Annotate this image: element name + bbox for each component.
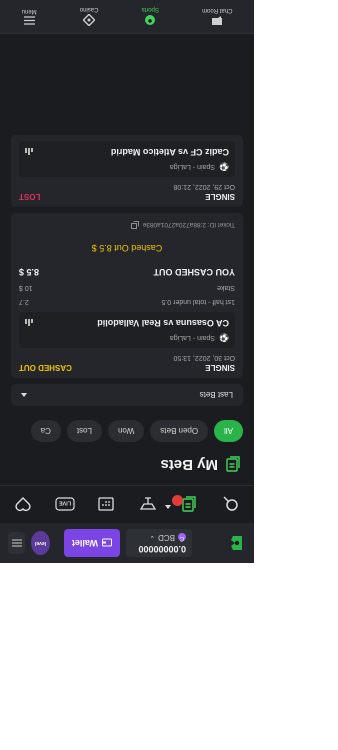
match-teams: CA Osasuna vs Real Valladolid <box>97 318 229 328</box>
page-title: My Bets <box>160 456 218 473</box>
currency-code: BCD <box>158 533 175 542</box>
cashed-out-text: Cashed Out 8.5 $ <box>91 243 163 253</box>
wallet-icon <box>102 539 112 547</box>
soccer-ball-icon <box>145 15 156 26</box>
last-bets-dropdown[interactable]: Last Bets <box>11 384 243 406</box>
page-header: My Bets <box>0 450 254 485</box>
chevron-down-icon: ⌄ <box>149 534 156 541</box>
top-bar: 0.00000000 C BCD ⌄ Wallet level <box>0 523 254 563</box>
heart-icon <box>15 497 31 512</box>
favorites-button[interactable] <box>12 494 34 516</box>
odds-value: 2.7 <box>19 298 29 305</box>
bet-slip-button[interactable] <box>165 494 200 516</box>
brand-logo[interactable] <box>228 532 246 554</box>
league-name: Spain - LaLiga <box>169 163 216 170</box>
bet-type: SINGLE <box>205 192 235 201</box>
ticket-id: Ticket ID: 2:88a720a2701a083e <box>142 221 235 229</box>
svg-text:LIVE: LIVE <box>58 500 71 506</box>
lobby-button[interactable] <box>137 494 159 516</box>
nav-chat-room[interactable]: Chat Room <box>202 7 232 26</box>
nav-casino[interactable]: Casino <box>80 7 98 27</box>
calendar-icon <box>98 497 114 511</box>
filter-won[interactable]: Won <box>107 420 145 442</box>
soccer-ball-icon: ⚽ <box>219 333 229 342</box>
balance-amount: 0.00000000 <box>138 544 186 554</box>
league-name: Spain - LaLiga <box>169 334 216 341</box>
hamburger-menu-button[interactable] <box>8 532 26 554</box>
soccer-ball-icon: ⚽ <box>219 162 229 171</box>
stake-value: 10 $ <box>19 284 33 291</box>
bet-type: SINGLE <box>205 363 235 372</box>
status-badge: CASHED OUT <box>19 363 72 372</box>
cashout-amount: 8.5 $ <box>19 267 40 277</box>
dropdown-label: Last Bets <box>199 390 233 400</box>
casino-chip-icon <box>83 14 96 27</box>
stake-label: Stake <box>217 284 235 291</box>
lobby-icon <box>139 497 156 511</box>
nav-sports[interactable]: Sports <box>142 7 159 27</box>
bottom-navigation: Chat Room Sports Casino Menu <box>0 0 254 34</box>
caret-icon <box>165 505 172 510</box>
bet-date: Oct 30, 2022, 13:50 <box>173 354 236 361</box>
balance-selector[interactable]: 0.00000000 C BCD ⌄ <box>126 529 192 557</box>
bet-card[interactable]: SINGLE Oct 30, 2022, 13:50 CASHED OUT ⚽ … <box>11 213 243 378</box>
icon-toolbar: LIVE <box>0 485 254 523</box>
live-button[interactable]: LIVE <box>54 494 76 516</box>
wallet-label: Wallet <box>71 538 98 548</box>
live-icon: LIVE <box>55 497 75 512</box>
copy-icon[interactable] <box>130 221 139 229</box>
app-screen: 0.00000000 C BCD ⌄ Wallet level LIVE My … <box>0 0 254 563</box>
calendar-button[interactable] <box>95 494 117 516</box>
bet-slip-icon <box>182 496 197 513</box>
search-button[interactable] <box>220 494 242 516</box>
search-icon <box>223 496 238 512</box>
match-item[interactable]: ⚽ Spain - LaLiga CA Osasuna vs Real Vall… <box>19 312 235 348</box>
filter-open-bets[interactable]: Open Bets <box>150 420 209 442</box>
stats-icon[interactable] <box>25 148 33 156</box>
cashout-row: YOU CASHED OUT 8.5 $ <box>19 267 235 277</box>
bet-date: Oct 29, 2022, 21:08 <box>173 183 236 190</box>
chat-icon <box>212 16 223 25</box>
cashout-label: YOU CASHED OUT <box>153 267 235 277</box>
nav-menu[interactable]: Menu <box>22 8 37 25</box>
filter-cashed-out[interactable]: Ca <box>30 420 61 442</box>
market-row: 1st half - total under 0.5 2.7 <box>19 298 235 305</box>
status-badge: LOST <box>19 192 41 201</box>
stake-row: Stake 10 $ <box>19 284 235 291</box>
match-item[interactable]: ⚽ Spain - LaLiga Cadiz CF vs Atletico Ma… <box>19 141 235 177</box>
menu-icon <box>11 539 22 547</box>
bet-filter-tabs: All Open Bets Won Lost Ca <box>0 412 254 450</box>
filter-all[interactable]: All <box>214 420 243 442</box>
stats-icon[interactable] <box>25 319 33 327</box>
match-teams: Cadiz CF vs Atletico Madrid <box>110 147 229 157</box>
chevron-up-icon <box>21 393 27 397</box>
wallet-button[interactable]: Wallet <box>63 529 120 557</box>
ticket-row: Ticket ID: 2:88a720a2701a083e <box>19 221 235 229</box>
currency-icon: C <box>178 533 186 542</box>
my-bets-icon <box>226 456 240 473</box>
market-name: 1st half - total under 0.5 <box>161 298 235 305</box>
filter-lost[interactable]: Lost <box>66 420 102 442</box>
bet-card[interactable]: SINGLE Oct 29, 2022, 21:08 LOST ⚽ Spain … <box>11 135 243 207</box>
menu-icon <box>23 16 35 25</box>
avatar[interactable]: level <box>31 531 50 555</box>
